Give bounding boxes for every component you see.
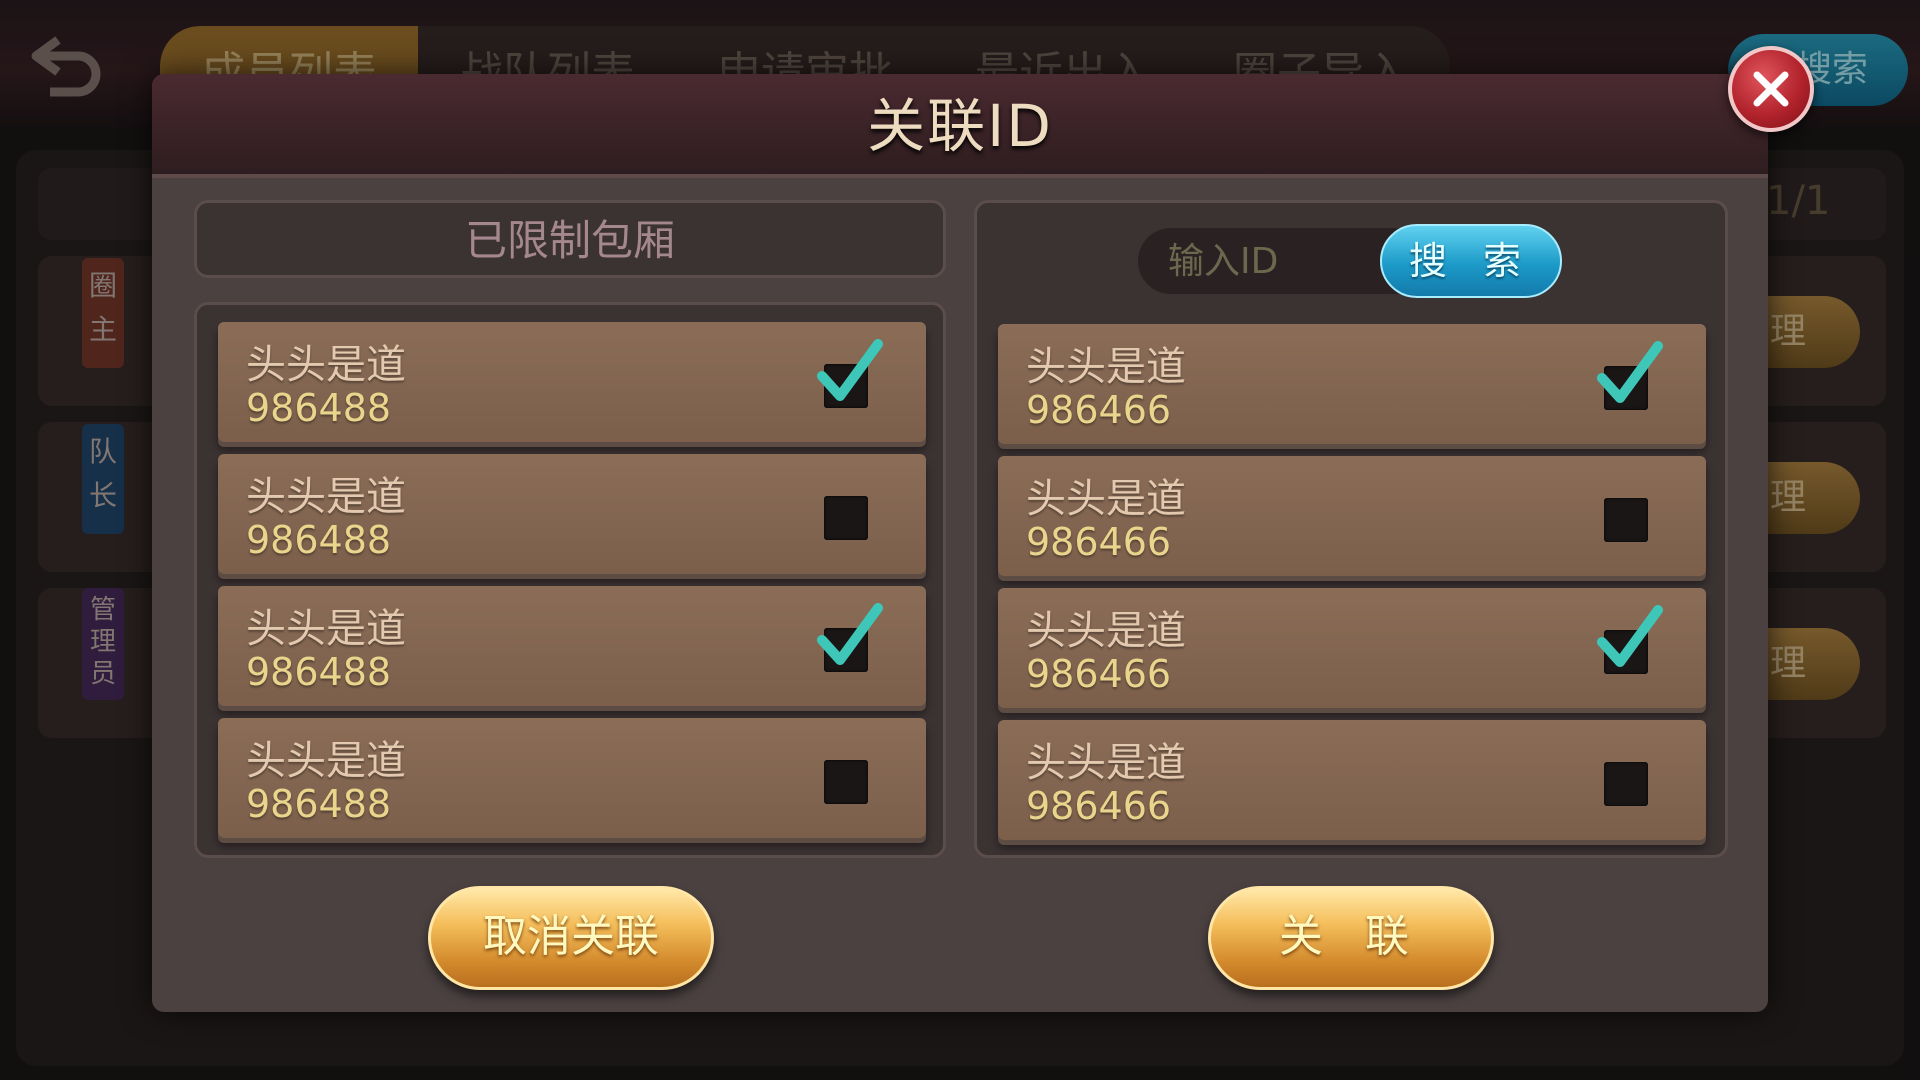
list-item[interactable]: 头头是道 986466 (998, 456, 1706, 576)
checkbox[interactable] (1597, 605, 1663, 674)
list-item[interactable]: 头头是道 986488 (218, 322, 926, 442)
checkbox[interactable] (1604, 762, 1648, 806)
list-item[interactable]: 头头是道 986488 (218, 454, 926, 574)
item-name: 头头是道 (246, 738, 406, 784)
item-id: 986466 (1026, 388, 1172, 432)
item-name: 头头是道 (246, 606, 406, 652)
checkbox[interactable] (824, 760, 868, 804)
item-id: 986466 (1026, 520, 1172, 564)
item-id: 986488 (246, 386, 392, 430)
close-button[interactable] (1728, 46, 1814, 132)
checkbox[interactable] (817, 603, 883, 672)
search-button[interactable]: 搜 索 (1380, 224, 1562, 298)
item-name: 头头是道 (246, 474, 406, 520)
item-name: 头头是道 (1026, 740, 1186, 786)
checkbox[interactable] (824, 496, 868, 540)
close-icon (1753, 71, 1789, 107)
check-icon (1597, 605, 1663, 667)
check-icon (817, 339, 883, 401)
item-id: 986488 (246, 782, 392, 826)
item-id: 986466 (1026, 784, 1172, 828)
list-item[interactable]: 头头是道 986488 (218, 586, 926, 706)
item-name: 头头是道 (1026, 344, 1186, 390)
list-item[interactable]: 头头是道 986466 (998, 720, 1706, 840)
item-name: 头头是道 (1026, 608, 1186, 654)
cancel-link-button[interactable]: 取消关联 (428, 886, 714, 990)
list-item[interactable]: 头头是道 986488 (218, 718, 926, 838)
item-name: 头头是道 (246, 342, 406, 388)
item-id: 986488 (246, 650, 392, 694)
restricted-rooms-header: 已限制包厢 (194, 200, 946, 278)
list-item[interactable]: 头头是道 986466 (998, 588, 1706, 708)
link-button[interactable]: 关 联 (1208, 886, 1494, 990)
check-icon (1597, 341, 1663, 403)
list-item[interactable]: 头头是道 986466 (998, 324, 1706, 444)
id-search-input[interactable] (1138, 228, 1418, 294)
item-id: 986466 (1026, 652, 1172, 696)
dialog-title: 关联ID (867, 92, 1053, 160)
check-icon (817, 603, 883, 665)
checkbox[interactable] (1597, 341, 1663, 410)
checkbox[interactable] (1604, 498, 1648, 542)
item-id: 986488 (246, 518, 392, 562)
checkbox[interactable] (817, 339, 883, 408)
item-name: 头头是道 (1026, 476, 1186, 522)
